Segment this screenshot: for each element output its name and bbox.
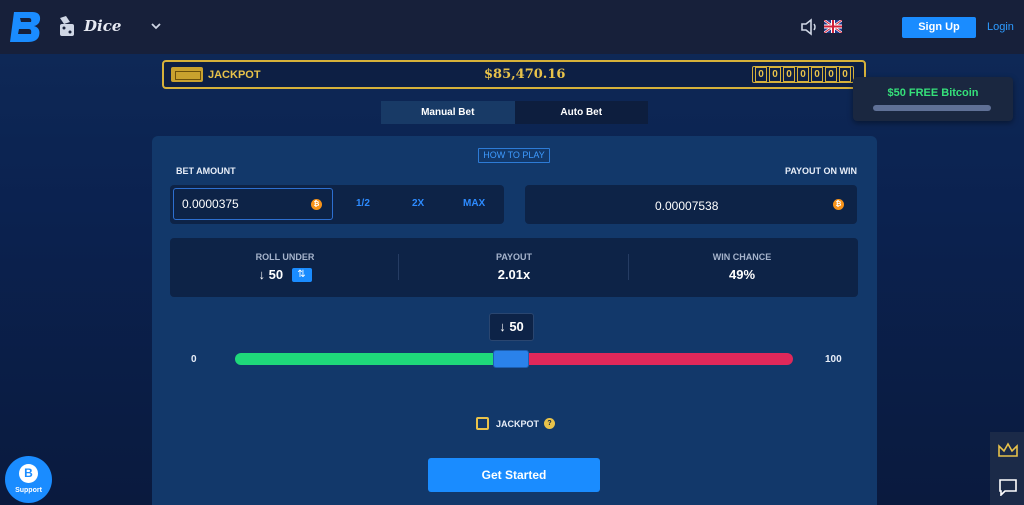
win-chance-value: 49%	[728, 267, 756, 282]
slider-win-track[interactable]	[235, 353, 515, 365]
bitcoin-icon: ₿	[311, 199, 322, 210]
crown-icon[interactable]	[997, 442, 1019, 458]
bitcoin-icon: ₿	[833, 199, 844, 210]
chat-icon[interactable]	[998, 478, 1018, 496]
jackpot-digit: 0	[839, 67, 851, 82]
jackpot-checkbox-label: JACKPOT	[496, 419, 540, 429]
top-header: Dice Sign Up Login	[0, 0, 1024, 54]
bet-amount-input[interactable]	[173, 188, 333, 220]
roll-under-stat: ROLL UNDER ↓ 50 ⇅	[210, 252, 360, 284]
how-to-play-button[interactable]: HOW TO PLAY	[478, 148, 550, 163]
half-bet-button[interactable]: 1/2	[356, 198, 370, 209]
double-bet-button[interactable]: 2X	[412, 198, 424, 209]
sound-icon[interactable]	[800, 18, 820, 36]
jackpot-amount: $85,470.16	[484, 67, 566, 82]
game-title: Dice	[84, 17, 122, 35]
uk-flag-icon[interactable]	[824, 20, 842, 33]
jackpot-digit: 0	[811, 67, 823, 82]
jackpot-digit: 0	[797, 67, 809, 82]
free-bitcoin-promo[interactable]: $50 FREE Bitcoin	[853, 77, 1013, 121]
support-button[interactable]: B Support	[5, 456, 52, 503]
sign-up-button[interactable]: Sign Up	[902, 17, 976, 38]
swap-direction-icon[interactable]: ⇅	[291, 267, 312, 282]
jackpot-digit: 0	[783, 67, 795, 82]
slider-lose-track[interactable]	[515, 353, 793, 365]
get-started-button[interactable]: Get Started	[428, 458, 600, 492]
support-agent-icon: B	[19, 464, 38, 483]
payout-on-win-field: 0.00007538 ₿	[525, 185, 857, 224]
payout-value: 2.01x	[497, 267, 531, 282]
jackpot-banner: JACKPOT $85,470.16 0 0 0 0 0 0 0	[162, 60, 866, 89]
promo-text: $50 FREE Bitcoin	[887, 87, 979, 99]
promo-progress-bar	[873, 105, 991, 111]
brand-logo-icon[interactable]	[10, 8, 44, 44]
slider-value-bubble: ↓ 50	[489, 313, 534, 341]
chevron-down-icon[interactable]	[150, 20, 162, 32]
side-widget-panel	[990, 432, 1024, 505]
payout-on-win-value: 0.00007538	[655, 199, 719, 213]
slider-min-label: 0	[191, 354, 197, 365]
jackpot-digit: 0	[825, 67, 837, 82]
roll-under-value: ↓ 50	[258, 267, 284, 282]
jackpot-label: JACKPOT	[208, 69, 261, 81]
jackpot-digit: 0	[769, 67, 781, 82]
help-icon[interactable]: ?	[544, 418, 555, 429]
win-chance-stat: WIN CHANCE 49%	[667, 252, 817, 284]
login-link[interactable]: Login	[987, 21, 1014, 33]
win-chance-label: WIN CHANCE	[712, 252, 772, 262]
jackpot-checkbox[interactable]	[476, 417, 489, 430]
dice-panel: HOW TO PLAY BET AMOUNT PAYOUT ON WIN ₿ 1…	[152, 136, 877, 505]
slider-handle[interactable]	[493, 350, 529, 368]
dice-game-icon	[60, 16, 74, 36]
payout-stat: PAYOUT 2.01x	[439, 252, 589, 284]
jackpot-counter: 0 0 0 0 0 0 0	[752, 66, 854, 83]
bet-amount-label: BET AMOUNT	[176, 166, 236, 176]
bet-amount-group: ₿ 1/2 2X MAX	[170, 185, 504, 224]
jackpot-ticket-icon	[171, 67, 203, 82]
roll-under-label: ROLL UNDER	[255, 252, 315, 262]
tab-auto-bet[interactable]: Auto Bet	[514, 101, 648, 124]
roll-stats: ROLL UNDER ↓ 50 ⇅ PAYOUT 2.01x WIN CHANC…	[170, 238, 858, 297]
divider	[398, 254, 399, 280]
tab-manual-bet[interactable]: Manual Bet	[381, 101, 515, 124]
support-label: Support	[15, 487, 42, 494]
max-bet-button[interactable]: MAX	[463, 198, 485, 209]
divider	[628, 254, 629, 280]
jackpot-digit: 0	[755, 67, 767, 82]
bet-mode-tabs: Manual Bet Auto Bet	[381, 101, 648, 124]
payout-on-win-label: PAYOUT ON WIN	[784, 166, 857, 176]
payout-label: PAYOUT	[495, 252, 532, 262]
slider-max-label: 100	[825, 354, 842, 365]
